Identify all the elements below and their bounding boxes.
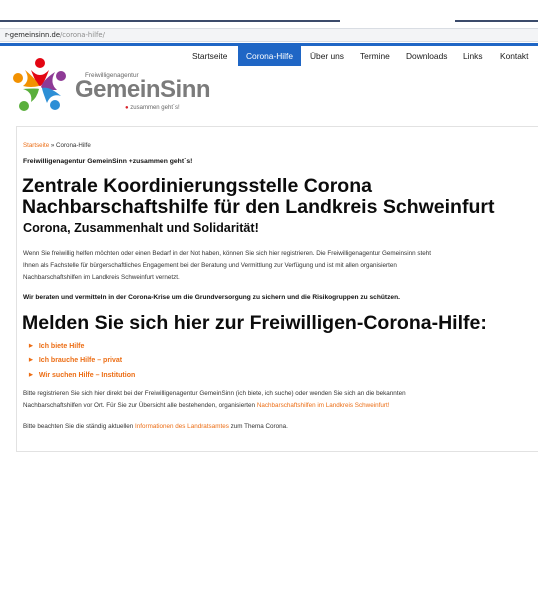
url-path: /corona-hilfe/	[60, 31, 105, 39]
people-circle-logo-icon	[13, 58, 66, 111]
breadcrumb-current: Corona-Hilfe	[56, 142, 91, 149]
url-domain: r-gemeinsinn.de	[5, 31, 61, 39]
bullet-arrow-icon: ▶	[29, 343, 33, 349]
nav-item-kontakt[interactable]: Kontakt	[500, 46, 528, 66]
register-paragraph-line-1: Bitte registrieren Sie sich hier direkt …	[23, 390, 406, 397]
option-need-help-private-link[interactable]: ▶ Ich brauche Hilfe – privat	[29, 357, 122, 364]
option-label: Ich brauche Hilfe – privat	[38, 357, 123, 364]
bullet-arrow-icon: ▶	[29, 372, 33, 378]
intro-line: Freiwilligenagentur GemeinSinn +zusammen…	[23, 158, 193, 165]
nav-item-termine[interactable]: Termine	[360, 46, 390, 66]
nav-item-links[interactable]: Links	[463, 46, 483, 66]
site-logo[interactable]: Freiwilligenagentur GemeinSinn ● zusamme…	[9, 56, 211, 118]
register-heading: Melden Sie sich hier zur Freiwilligen-Co…	[22, 312, 487, 334]
page-subheading: Corona, Zusammenhalt und Solidarität!	[23, 221, 259, 235]
notice-text-before: Bitte beachten Sie die ständig aktuellen	[23, 423, 136, 430]
breadcrumb: Startseite » Corona-Hilfe	[23, 142, 91, 149]
page-title: Zentrale Koordinierungsstelle Corona Nac…	[22, 176, 494, 218]
neighborhood-help-link[interactable]: Nachbarschaftshilfen im Landkreis Schwei…	[257, 402, 390, 409]
logo-brand-name: GemeinSinn	[75, 76, 211, 103]
bullet-arrow-icon: ▶	[29, 357, 33, 363]
tab-indicator	[455, 20, 538, 22]
intro-paragraph-line-2: Ihnen als Fachstelle für bürgerschaftlic…	[23, 262, 397, 269]
page-title-line-1: Zentrale Koordinierungsstelle Corona	[22, 175, 372, 197]
register-paragraph-line-2: Nachbarschaftshilfen vor Ort. Für Sie zu…	[23, 402, 389, 409]
notice-paragraph: Bitte beachten Sie die ständig aktuellen…	[23, 423, 288, 430]
address-bar[interactable]: r-gemeinsinn.de/corona-hilfe/	[0, 28, 538, 42]
logo-tagline: ● zusammen geht´s!	[125, 105, 180, 111]
tab-indicator	[0, 20, 340, 22]
register-paragraph-text: Nachbarschaftshilfen vor Ort. Für Sie zu…	[23, 402, 257, 409]
nav-item-downloads[interactable]: Downloads	[406, 46, 447, 66]
breadcrumb-home-link[interactable]: Startseite	[23, 142, 49, 149]
page-title-line-2: Nachbarschaftshilfe für den Landkreis Sc…	[22, 196, 495, 218]
option-label: Ich biete Hilfe	[38, 343, 85, 350]
district-office-info-link[interactable]: Informationen des Landratsamtes	[135, 423, 229, 430]
option-offer-help-link[interactable]: ▶ Ich biete Hilfe	[29, 343, 84, 350]
nav-item-ueber-uns[interactable]: Über uns	[310, 46, 344, 66]
intro-paragraph-line-3: Nachbarschaftshilfen im Landkreis Schwei…	[23, 274, 180, 281]
browser-tab-strip	[0, 0, 538, 28]
notice-text-after: zum Thema Corona.	[228, 423, 288, 430]
option-label: Wir suchen Hilfe – Institution	[38, 372, 136, 379]
tagline-dot-icon: ●	[125, 105, 129, 111]
breadcrumb-separator: »	[49, 142, 57, 149]
option-institution-link[interactable]: ▶ Wir suchen Hilfe – Institution	[29, 372, 135, 379]
intro-paragraph-line-1: Wenn Sie freiwillig helfen möchten oder …	[23, 250, 432, 257]
mission-statement: Wir beraten und vermitteln in der Corona…	[23, 294, 400, 301]
nav-item-corona-hilfe[interactable]: Corona-Hilfe	[238, 46, 301, 66]
tagline-text: zusammen geht´s!	[130, 105, 180, 111]
